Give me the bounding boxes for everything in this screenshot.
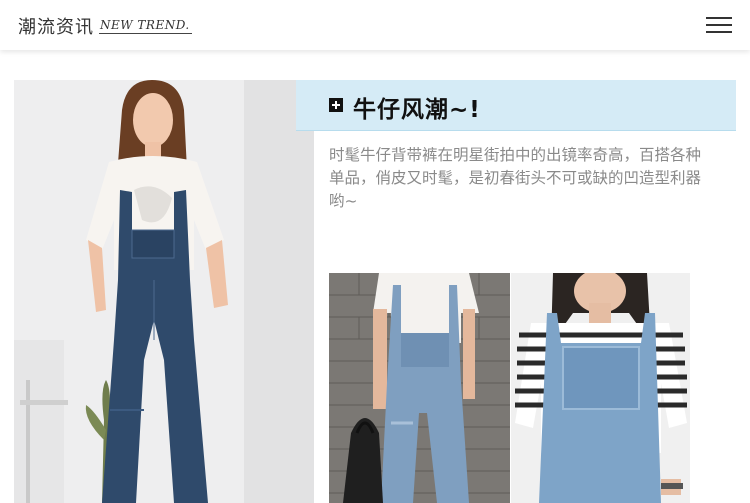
brand-title: 潮流资讯 bbox=[18, 17, 94, 38]
article-title-bar: 牛仔风潮~! bbox=[296, 80, 736, 131]
brand-subtitle: NEW TREND. bbox=[99, 18, 192, 34]
menu-icon[interactable] bbox=[706, 17, 732, 33]
top-header: 潮流资讯 NEW TREND. bbox=[0, 0, 750, 50]
model-photo-main bbox=[14, 80, 314, 503]
street-photo-left bbox=[329, 273, 510, 503]
brand-logo[interactable]: 潮流资讯 NEW TREND. bbox=[18, 13, 192, 39]
street-photo-right bbox=[511, 273, 690, 503]
article-title: 牛仔风潮~! bbox=[353, 97, 481, 123]
article-description: 时髦牛仔背带裤在明星街拍中的出镜率奇高，百搭各种单品，俏皮又时髦，是初春街头不可… bbox=[329, 146, 702, 210]
plus-square-icon[interactable] bbox=[329, 98, 343, 112]
